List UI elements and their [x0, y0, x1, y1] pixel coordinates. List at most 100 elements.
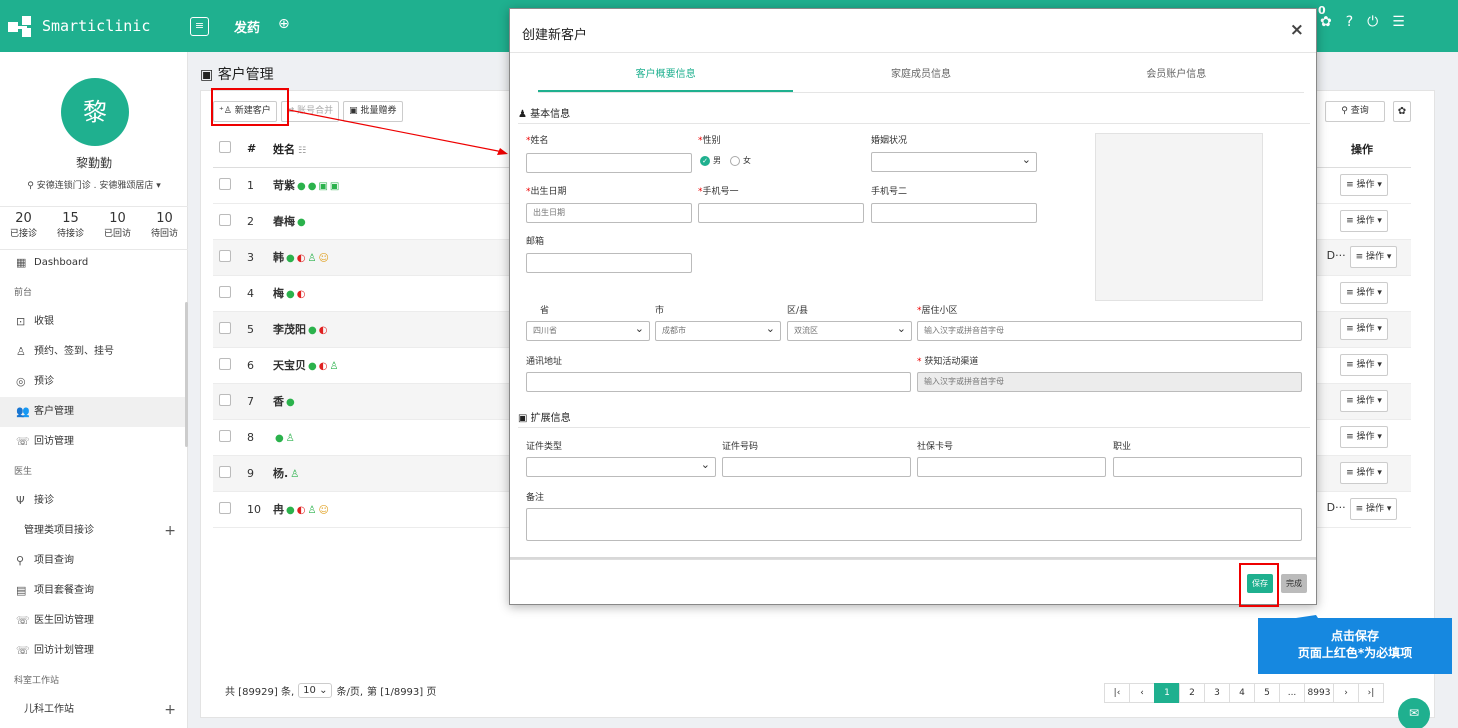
name-input[interactable]: [526, 153, 692, 173]
done-button[interactable]: 完成: [1281, 574, 1307, 593]
operation-dropdown[interactable]: ≡ 操作 ▾: [1340, 462, 1388, 484]
sidebar-item-cashier[interactable]: ⊡ 收银: [0, 307, 188, 337]
customer-name[interactable]: 梅: [273, 287, 284, 300]
page-button[interactable]: ›|: [1358, 683, 1384, 703]
phone2-input[interactable]: [871, 203, 1037, 223]
module-title[interactable]: 发药: [234, 17, 260, 36]
table-settings-button[interactable]: ✿: [1393, 101, 1411, 122]
sidebar-item-pediatric[interactable]: 儿科工作站 +: [0, 695, 188, 725]
page-button[interactable]: ›: [1333, 683, 1359, 703]
avatar[interactable]: 黎: [61, 78, 129, 146]
marital-select[interactable]: [871, 151, 1037, 172]
remark-textarea[interactable]: [526, 508, 1302, 541]
page-button[interactable]: ‹: [1129, 683, 1155, 703]
sidebar-item-pre-diag[interactable]: ◎ 预诊: [0, 367, 188, 397]
help-icon[interactable]: ?: [1346, 14, 1353, 30]
tab-summary[interactable]: 客户概要信息: [538, 63, 794, 92]
gender-female-radio[interactable]: [730, 155, 740, 166]
batch-gift-button[interactable]: ▣ 批量赠券: [343, 101, 403, 122]
sidebar-item-dashboard[interactable]: ▦ Dashboard: [0, 248, 188, 278]
operation-dropdown[interactable]: ≡ 操作 ▾: [1340, 390, 1388, 412]
sidebar-item-doctor-followup[interactable]: ☏ 医生回访管理: [0, 606, 188, 636]
select-all-checkbox[interactable]: [219, 141, 231, 154]
email-input[interactable]: [526, 253, 692, 273]
customer-name[interactable]: 李茂阳: [273, 323, 306, 336]
id-no-input[interactable]: [722, 457, 911, 477]
stat-followed[interactable]: 10 已回访: [104, 211, 131, 249]
row-checkbox[interactable]: [219, 321, 231, 334]
sidebar-scrollbar[interactable]: [185, 302, 188, 447]
district-select[interactable]: 双流区: [787, 320, 912, 341]
row-checkbox[interactable]: [219, 501, 231, 514]
add-tab-icon[interactable]: ⊕: [278, 16, 290, 32]
sidebar-item-plan-mgmt[interactable]: ☏ 回访计划管理: [0, 636, 188, 666]
page-button[interactable]: ...: [1279, 683, 1305, 703]
sidebar-item-booking[interactable]: ♙ 预约、签到、挂号: [0, 337, 188, 367]
settings-icon[interactable]: ✿: [1320, 14, 1332, 30]
stat-received[interactable]: 20 已接诊: [10, 211, 37, 249]
job-input[interactable]: [1113, 457, 1302, 477]
merge-account-button[interactable]: ⇄ 账号合并: [280, 101, 340, 122]
address-input[interactable]: [526, 372, 911, 392]
menu-toggle-button[interactable]: ≡: [190, 17, 209, 36]
row-checkbox[interactable]: [219, 393, 231, 406]
customer-name[interactable]: 香: [273, 395, 284, 408]
store-selector[interactable]: ⚲ 安德连锁门诊 . 安德雅颂居店 ▾: [0, 178, 188, 191]
stat-to-follow[interactable]: 10 待回访: [151, 211, 178, 249]
operation-dropdown[interactable]: ≡ 操作 ▾: [1349, 246, 1398, 268]
power-icon[interactable]: ⏻: [1367, 14, 1378, 30]
list-icon[interactable]: ☰: [1392, 14, 1405, 30]
app-logo[interactable]: Smarticlinic: [8, 12, 150, 40]
photo-placeholder[interactable]: [1095, 133, 1263, 301]
social-input[interactable]: [917, 457, 1106, 477]
page-button[interactable]: 2: [1179, 683, 1205, 703]
page-button[interactable]: 8993: [1304, 683, 1334, 703]
row-checkbox[interactable]: [219, 465, 231, 478]
channel-input[interactable]: 输入汉字或拼音首字母: [917, 372, 1302, 392]
filter-icon[interactable]: ☷: [295, 146, 306, 156]
customer-name[interactable]: 春梅: [273, 215, 295, 228]
birth-input[interactable]: 出生日期: [526, 203, 692, 223]
query-button[interactable]: ⚲ 查询: [1325, 101, 1385, 122]
sidebar-item-followup[interactable]: ☏ 回访管理: [0, 427, 188, 457]
row-checkbox[interactable]: [219, 177, 231, 190]
sidebar-item-package-query[interactable]: ▤ 项目套餐查询: [0, 576, 188, 606]
customer-name[interactable]: 天宝贝: [273, 359, 306, 372]
operation-dropdown[interactable]: ≡ 操作 ▾: [1349, 498, 1398, 520]
page-button[interactable]: 3: [1204, 683, 1230, 703]
customer-name[interactable]: 韩: [273, 251, 284, 264]
row-checkbox[interactable]: [219, 285, 231, 298]
tab-family[interactable]: 家庭成员信息: [793, 63, 1048, 92]
sidebar-item-item-query[interactable]: ⚲ 项目查询: [0, 546, 188, 576]
row-checkbox[interactable]: [219, 213, 231, 226]
close-icon[interactable]: ×: [1290, 20, 1304, 40]
gender-male-radio[interactable]: ✓: [700, 155, 710, 166]
expand-icon[interactable]: +: [164, 695, 176, 725]
province-select[interactable]: 四川省: [526, 320, 650, 341]
page-button[interactable]: 5: [1254, 683, 1280, 703]
page-button[interactable]: 1: [1154, 683, 1180, 703]
phone1-input[interactable]: [698, 203, 864, 223]
operation-dropdown[interactable]: ≡ 操作 ▾: [1340, 174, 1388, 196]
chat-icon[interactable]: ✉: [1398, 698, 1430, 728]
sidebar-item-diagnosis[interactable]: Ψ 接诊: [0, 486, 188, 516]
page-size-select[interactable]: 10 ⌄: [298, 683, 333, 698]
customer-name[interactable]: 苛紫: [273, 179, 295, 192]
city-select[interactable]: 成都市: [655, 320, 781, 341]
sidebar-item-mgmt-items[interactable]: 管理类项目接诊 +: [0, 516, 188, 546]
operation-dropdown[interactable]: ≡ 操作 ▾: [1340, 210, 1388, 232]
operation-dropdown[interactable]: ≡ 操作 ▾: [1340, 318, 1388, 340]
expand-icon[interactable]: +: [164, 516, 176, 546]
row-checkbox[interactable]: [219, 249, 231, 262]
row-checkbox[interactable]: [219, 357, 231, 370]
tab-membership[interactable]: 会员账户信息: [1049, 63, 1304, 92]
operation-dropdown[interactable]: ≡ 操作 ▾: [1340, 282, 1388, 304]
sidebar-item-customer[interactable]: 👥 客户管理: [0, 397, 188, 427]
row-checkbox[interactable]: [219, 429, 231, 442]
community-input[interactable]: 输入汉字或拼音首字母: [917, 321, 1302, 341]
id-type-select[interactable]: [526, 456, 716, 477]
page-button[interactable]: 4: [1229, 683, 1255, 703]
operation-dropdown[interactable]: ≡ 操作 ▾: [1340, 354, 1388, 376]
operation-dropdown[interactable]: ≡ 操作 ▾: [1340, 426, 1388, 448]
customer-name[interactable]: 冉: [273, 503, 284, 516]
